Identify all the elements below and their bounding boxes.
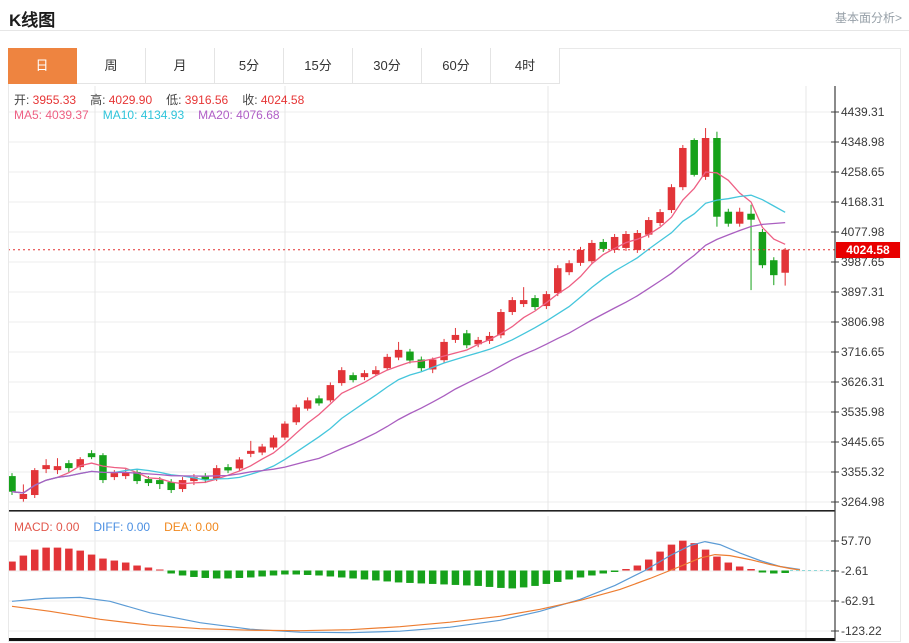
info-item: 开: 3955.33	[14, 93, 77, 107]
axis-label: -123.22	[841, 624, 882, 638]
info-item: 低: 3916.56	[166, 93, 229, 107]
axis-label: 3626.31	[841, 375, 885, 389]
info-item: DEA: 0.00	[164, 520, 219, 534]
axis-label: 3355.32	[841, 465, 885, 479]
axis-label: 4348.98	[841, 135, 885, 149]
macd-readout: MACD: 0.00 DIFF: 0.00 DEA: 0.00	[14, 520, 233, 534]
tab-周[interactable]: 周	[77, 48, 146, 84]
header-divider	[0, 30, 909, 31]
axis-label: 3264.98	[841, 495, 885, 509]
axis-label: -2.61	[841, 564, 869, 578]
tab-月[interactable]: 月	[146, 48, 215, 84]
axis-label: 4258.65	[841, 165, 885, 179]
axis-label: 3445.65	[841, 435, 885, 449]
page-title: K线图	[9, 11, 56, 30]
axis-label: 3806.98	[841, 315, 885, 329]
axis-label: -62.91	[841, 594, 876, 608]
tab-4时[interactable]: 4时	[491, 48, 560, 84]
axis-label: 3716.65	[841, 345, 885, 359]
info-item: MACD: 0.00	[14, 520, 80, 534]
info-item: MA20: 4076.68	[198, 108, 280, 122]
axis-label: 4168.31	[841, 195, 885, 209]
info-item: MA10: 4134.93	[102, 108, 185, 122]
tab-15分[interactable]: 15分	[284, 48, 353, 84]
tab-60分[interactable]: 60分	[422, 48, 491, 84]
info-item: MA5: 4039.37	[14, 108, 89, 122]
tab-30分[interactable]: 30分	[353, 48, 422, 84]
ma-readout: MA5: 4039.37 MA10: 4134.93 MA20: 4076.68	[14, 108, 294, 122]
fundamental-analysis-link[interactable]: 基本面分析>	[835, 9, 902, 26]
axis-label: 3535.98	[841, 405, 885, 419]
info-item: 收: 4024.58	[242, 93, 305, 107]
tab-5分[interactable]: 5分	[215, 48, 284, 84]
current-price-badge: 4024.58	[836, 241, 900, 258]
axis-label: 3897.31	[841, 285, 885, 299]
axis-label: 57.70	[841, 534, 872, 548]
info-item: DIFF: 0.00	[93, 520, 151, 534]
period-tab-bar: 日周月 5分 15分 30分 60分 4时	[8, 48, 560, 84]
tab-日[interactable]: 日	[8, 48, 77, 84]
info-item: 高: 4029.90	[90, 93, 153, 107]
ohlc-readout: 开: 3955.33 高: 4029.90 低: 3916.56 收: 4024.58	[14, 91, 318, 108]
axis-label: 4077.98	[841, 225, 885, 239]
axis-label: 4439.31	[841, 105, 885, 119]
chart-frame	[8, 48, 901, 642]
